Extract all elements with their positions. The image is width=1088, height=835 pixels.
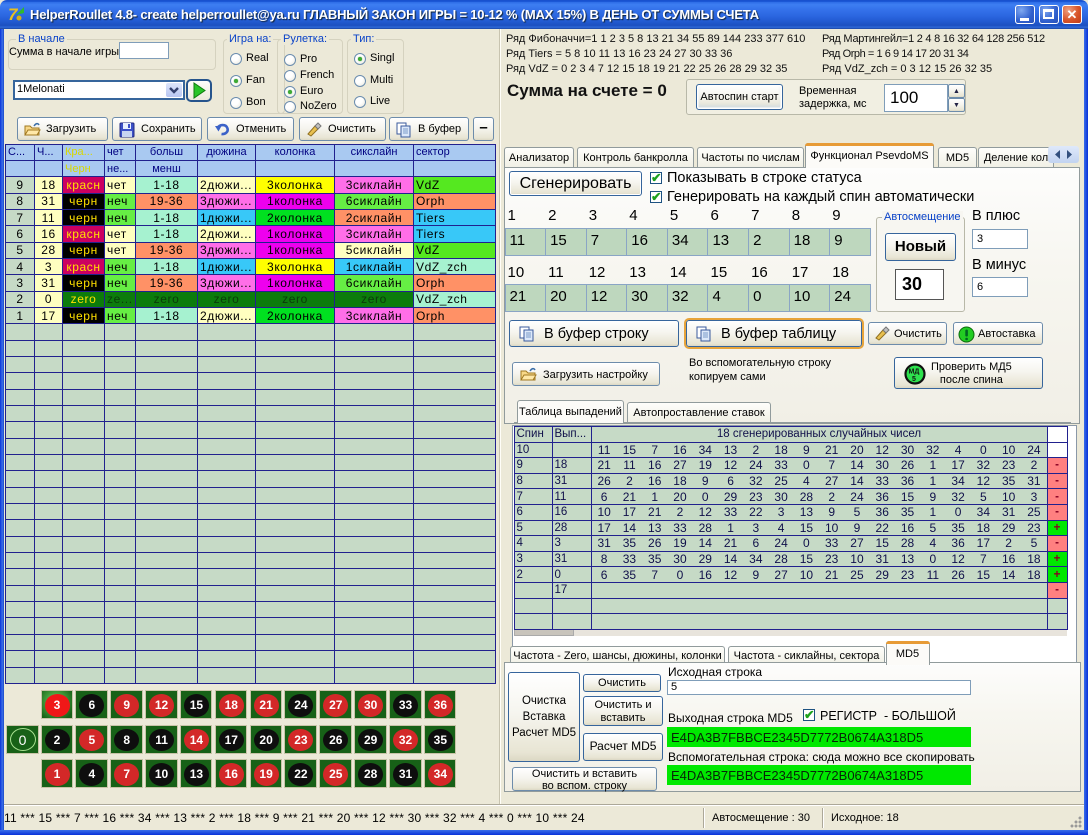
svg-text:5: 5	[912, 376, 916, 383]
svg-text:МД: МД	[909, 369, 920, 376]
